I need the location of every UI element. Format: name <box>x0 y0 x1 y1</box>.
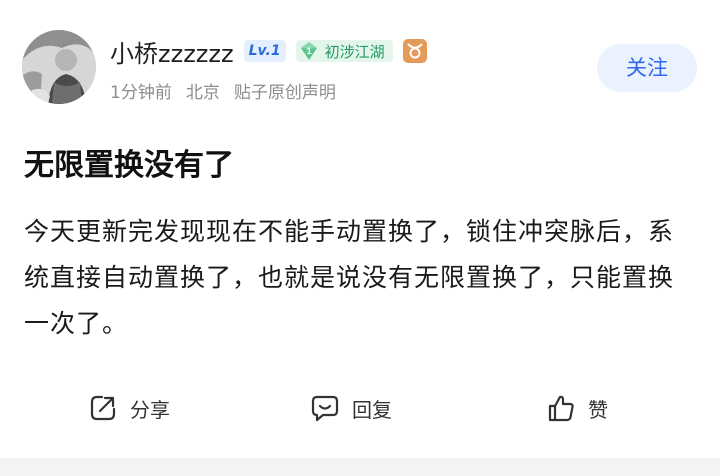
share-label: 分享 <box>130 397 170 422</box>
taurus-icon <box>407 43 423 59</box>
action-bar: 分享 回复 赞 <box>0 384 720 432</box>
avatar[interactable] <box>22 30 96 104</box>
section-divider <box>0 458 720 476</box>
avatar-image <box>22 30 96 104</box>
post-time: 1分钟前 <box>110 83 172 103</box>
reply-label: 回复 <box>352 397 392 422</box>
author-line: 小桥zzzzzz Lv.1 1 初涉江湖 <box>110 34 427 69</box>
rank-number: 1 <box>306 46 311 56</box>
share-button[interactable]: 分享 <box>88 384 170 432</box>
username[interactable]: 小桥zzzzzz <box>110 34 234 69</box>
follow-button[interactable]: 关注 <box>597 44 697 92</box>
zodiac-badge <box>402 39 427 63</box>
post-meta: 1分钟前 北京 贴子原创声明 <box>110 78 336 103</box>
post-detail-page: 小桥zzzzzz Lv.1 1 初涉江湖 1分钟前 北京 贴子原创声明 关注 无限置… <box>0 0 720 476</box>
post-body: 今天更新完发现现在不能手动置换了，锁住冲突脉后，系统直接自动置换了，也就是说没有… <box>24 217 675 338</box>
like-label: 赞 <box>588 397 608 422</box>
thumbs-up-icon <box>548 395 574 422</box>
post-title: 无限置换没有了 <box>24 148 234 183</box>
original-declaration[interactable]: 贴子原创声明 <box>234 83 336 103</box>
post-location: 北京 <box>185 83 220 103</box>
level-badge: Lv.1 <box>243 40 286 62</box>
rank-badge: 1 初涉江湖 <box>295 40 393 62</box>
comment-icon <box>311 395 339 422</box>
reply-button[interactable]: 回复 <box>310 384 392 432</box>
like-button[interactable]: 赞 <box>546 384 608 432</box>
rank-label: 初涉江湖 <box>324 42 385 61</box>
share-icon <box>90 395 116 421</box>
green-gem-icon: 1 <box>300 42 317 60</box>
